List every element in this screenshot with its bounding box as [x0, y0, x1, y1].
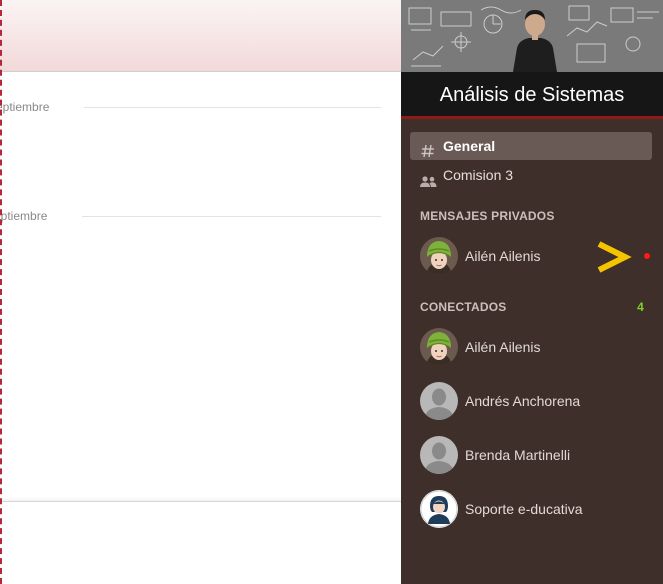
- private-messages-title: MENSAJES PRIVADOS: [420, 209, 555, 223]
- connected-user-item[interactable]: Andrés Anchorena: [420, 381, 650, 421]
- channel-general[interactable]: General: [410, 132, 652, 160]
- connected-count: 4: [637, 300, 644, 314]
- connected-user-item[interactable]: Soporte e-ducativa: [420, 489, 650, 529]
- connected-user-item[interactable]: Ailén Ailenis: [420, 327, 650, 367]
- user-name: Andrés Anchorena: [465, 393, 581, 409]
- connected-title-label: CONECTADOS: [420, 300, 507, 314]
- chat-sidebar: Análisis de Sistemas General Comision 3 …: [401, 0, 663, 584]
- default-avatar: [420, 436, 458, 474]
- channel-comision-3[interactable]: Comision 3: [410, 161, 652, 189]
- default-avatar: [420, 382, 458, 420]
- channel-label: Comision 3: [443, 167, 514, 183]
- green-beanie-avatar: [420, 237, 458, 275]
- user-name: Ailén Ailenis: [465, 339, 541, 355]
- user-name: Brenda Martinelli: [465, 447, 571, 463]
- admin-avatar: [420, 490, 458, 528]
- chevron-right-icon: [597, 241, 632, 273]
- connected-user-item[interactable]: Brenda Martinelli: [420, 435, 650, 475]
- user-name: Soporte e-ducativa: [465, 501, 583, 517]
- class-banner-image: [401, 0, 663, 72]
- green-beanie-avatar: [420, 328, 458, 366]
- message-composer[interactable]: [0, 501, 401, 584]
- dashed-border: [0, 0, 2, 584]
- date-separator-line: [84, 107, 381, 108]
- class-title: Análisis de Sistemas: [401, 72, 663, 119]
- user-name: Ailén Ailenis: [465, 248, 541, 264]
- date-separator-line: [82, 216, 381, 217]
- group-icon: [420, 169, 437, 187]
- date-separator-label: eptiembre: [0, 100, 50, 114]
- chat-area: eptiembre eptiembre: [0, 0, 401, 584]
- hash-icon: [420, 139, 436, 158]
- connected-title: CONECTADOS 4: [420, 300, 644, 314]
- unread-indicator: [644, 253, 650, 259]
- channel-label: General: [443, 138, 496, 154]
- chat-header: [0, 0, 401, 72]
- chalkboard-illustration: [401, 0, 663, 72]
- date-separator: eptiembre: [0, 207, 384, 225]
- date-separator: eptiembre: [0, 98, 384, 116]
- date-separator-label: eptiembre: [0, 209, 48, 223]
